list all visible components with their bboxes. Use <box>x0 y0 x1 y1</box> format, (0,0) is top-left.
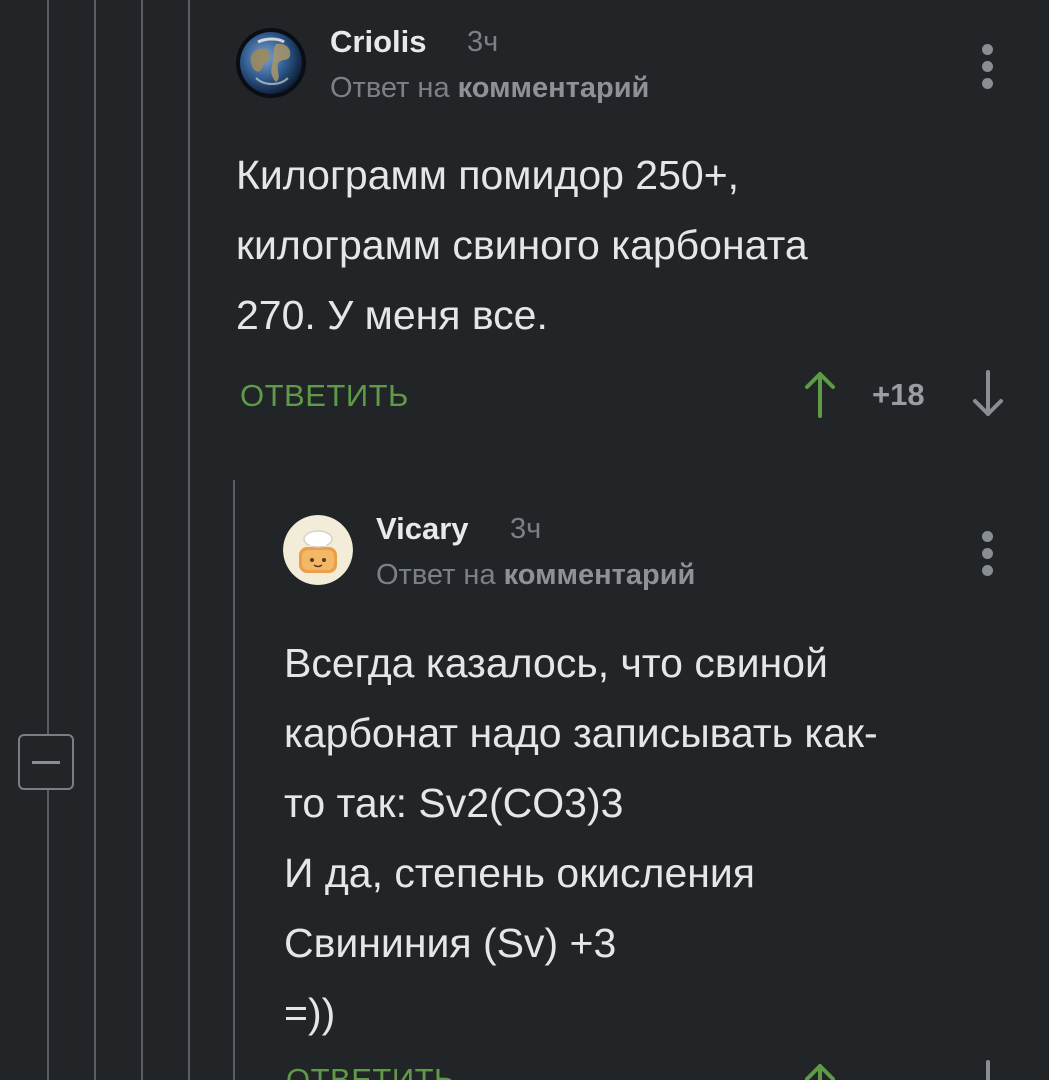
comment-time: 3ч <box>510 513 542 545</box>
reply-button[interactable]: ОТВЕТИТЬ <box>286 1062 455 1080</box>
vote-down-button[interactable] <box>971 1060 1005 1080</box>
comment-thread-page: Criolis 3ч Ответ на комментарий Килограм… <box>0 0 1049 1080</box>
reply-to-prefix: Ответ на <box>376 559 496 591</box>
arrow-down-icon <box>986 1060 990 1080</box>
more-options-icon[interactable] <box>982 531 994 582</box>
author-name[interactable]: Vicary <box>376 511 469 547</box>
reply-to-link[interactable]: комментарий <box>504 559 696 591</box>
comment-text: Всегда казалось, что свиной карбонат над… <box>284 640 878 1036</box>
chef-toast-avatar <box>283 515 353 585</box>
user-avatar[interactable] <box>283 515 353 585</box>
reply-to-info: Ответ на комментарий <box>376 559 695 592</box>
vote-up-button[interactable] <box>803 1062 837 1080</box>
comment: Vicary 3ч Ответ на комментарий Всегда ка… <box>0 0 1049 1080</box>
arrow-up-icon <box>805 1064 835 1080</box>
